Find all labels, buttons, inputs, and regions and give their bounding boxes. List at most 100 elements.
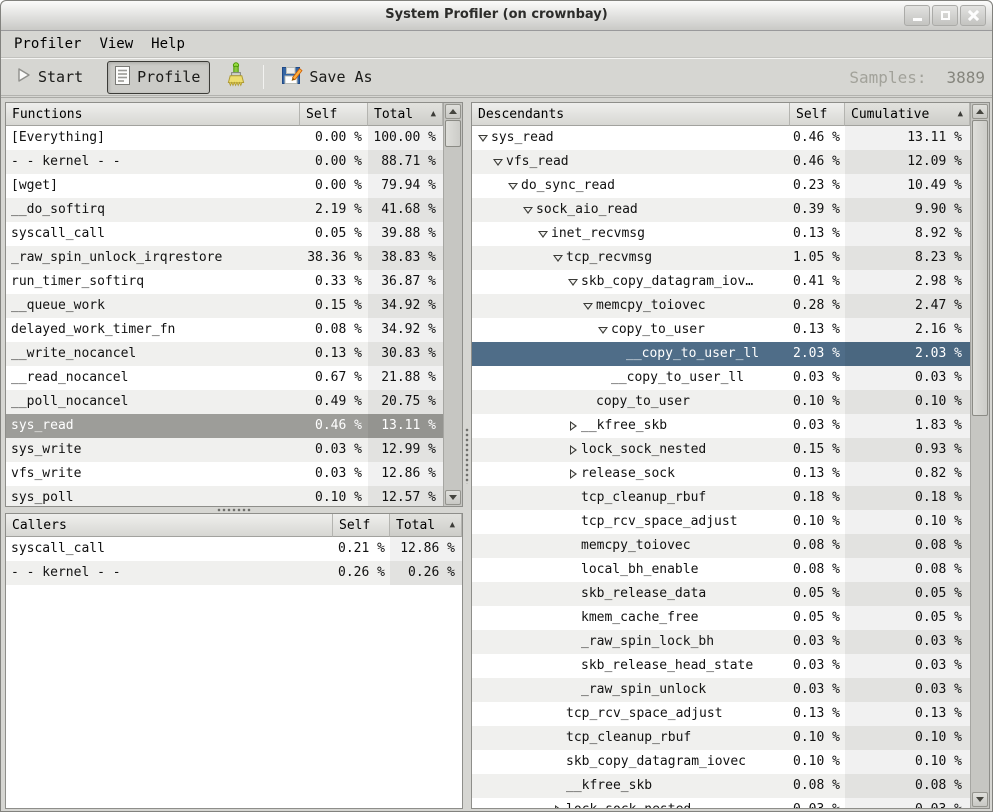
tree-row[interactable]: tcp_rcv_space_adjust0.13 %0.13 % [472, 702, 970, 726]
tree-row[interactable]: tcp_rcv_space_adjust0.10 %0.10 % [472, 510, 970, 534]
close-button[interactable] [960, 5, 986, 26]
tree-row[interactable]: kmem_cache_free0.05 %0.05 % [472, 606, 970, 630]
profile-toggle-button[interactable]: Profile [107, 61, 210, 94]
expander-open-icon[interactable] [507, 179, 521, 193]
tree-row[interactable]: tcp_recvmsg1.05 %8.23 % [472, 246, 970, 270]
self-percent-cell: 0.10 % [790, 390, 845, 414]
tree-row[interactable]: __kfree_skb0.03 %1.83 % [472, 414, 970, 438]
tree-row[interactable]: memcpy_toiovec0.28 %2.47 % [472, 294, 970, 318]
descendants-column-header[interactable]: Descendants [472, 103, 790, 126]
tree-row[interactable]: _raw_spin_unlock0.03 %0.03 % [472, 678, 970, 702]
tree-row[interactable]: release_sock0.13 %0.82 % [472, 462, 970, 486]
table-row[interactable]: __poll_nocancel0.49 %20.75 % [6, 390, 443, 414]
menu-help[interactable]: Help [150, 34, 186, 54]
callers-table-body: syscall_call0.21 %12.86 %- - kernel - -0… [6, 537, 462, 808]
scroll-down-button[interactable] [972, 792, 988, 807]
table-row[interactable]: syscall_call0.05 %39.88 % [6, 222, 443, 246]
tree-row[interactable]: lock_sock_nested0.03 %0.03 % [472, 798, 970, 808]
tree-row[interactable]: __copy_to_user_ll0.03 %0.03 % [472, 366, 970, 390]
callers-column-header[interactable]: Callers [6, 514, 333, 537]
expander-open-icon[interactable] [522, 203, 536, 217]
titlebar[interactable]: System Profiler (on crownbay) [1, 1, 992, 31]
function-name-cell: _raw_spin_lock_bh [472, 630, 790, 654]
maximize-button[interactable] [932, 5, 958, 26]
table-row[interactable]: - - kernel - -0.26 %0.26 % [6, 561, 462, 585]
reset-brush-button[interactable] [218, 58, 253, 96]
tree-row[interactable]: skb_release_head_state0.03 %0.03 % [472, 654, 970, 678]
expander-open-icon[interactable] [597, 323, 611, 337]
menu-view[interactable]: View [98, 34, 134, 54]
functions-scrollbar[interactable] [443, 103, 462, 506]
expander-open-icon[interactable] [552, 251, 566, 265]
table-row[interactable]: __do_softirq2.19 %41.68 % [6, 198, 443, 222]
tree-row[interactable]: tcp_cleanup_rbuf0.10 %0.10 % [472, 726, 970, 750]
tree-row[interactable]: lock_sock_nested0.15 %0.93 % [472, 438, 970, 462]
table-row[interactable]: sys_write0.03 %12.99 % [6, 438, 443, 462]
expander-closed-icon[interactable] [567, 443, 581, 457]
tree-row[interactable]: vfs_read0.46 %12.09 % [472, 150, 970, 174]
tree-row[interactable]: __copy_to_user_ll2.03 %2.03 % [472, 342, 970, 366]
scroll-thumb[interactable] [445, 120, 461, 147]
table-row[interactable]: _raw_spin_unlock_irqrestore38.36 %38.83 … [6, 246, 443, 270]
pane-splitter-vertical[interactable] [463, 102, 471, 809]
tree-row[interactable]: sys_read0.46 %13.11 % [472, 126, 970, 150]
table-row[interactable]: __read_nocancel0.67 %21.88 % [6, 366, 443, 390]
tree-row[interactable]: _raw_spin_lock_bh0.03 %0.03 % [472, 630, 970, 654]
table-row[interactable]: delayed_work_timer_fn0.08 %34.92 % [6, 318, 443, 342]
descendants-scrollbar[interactable] [970, 103, 989, 808]
table-row[interactable]: run_timer_softirq0.33 %36.87 % [6, 270, 443, 294]
cumulative-column-header[interactable]: Cumulative▲ [845, 103, 970, 126]
tree-row[interactable]: skb_copy_datagram_iov…0.41 %2.98 % [472, 270, 970, 294]
total-column-header[interactable]: Total▲ [390, 514, 462, 537]
table-row[interactable]: [Everything]0.00 %100.00 % [6, 126, 443, 150]
table-row[interactable]: __queue_work0.15 %34.92 % [6, 294, 443, 318]
scroll-down-button[interactable] [445, 490, 461, 505]
function-name-cell: __do_softirq [6, 198, 300, 222]
function-name-cell: copy_to_user [472, 390, 790, 414]
table-row[interactable]: - - kernel - -0.00 %88.71 % [6, 150, 443, 174]
expander-open-icon[interactable] [537, 227, 551, 241]
menu-profiler[interactable]: Profiler [13, 34, 82, 54]
expander-open-icon[interactable] [567, 275, 581, 289]
expander-open-icon[interactable] [492, 155, 506, 169]
tree-row[interactable]: copy_to_user0.10 %0.10 % [472, 390, 970, 414]
scroll-up-button[interactable] [972, 104, 988, 119]
tree-row[interactable]: memcpy_toiovec0.08 %0.08 % [472, 534, 970, 558]
expander-open-icon[interactable] [477, 131, 491, 145]
table-row[interactable]: syscall_call0.21 %12.86 % [6, 537, 462, 561]
expander-open-icon[interactable] [582, 299, 596, 313]
self-percent-cell: 0.39 % [790, 198, 845, 222]
tree-row[interactable]: do_sync_read0.23 %10.49 % [472, 174, 970, 198]
sort-asc-icon: ▲ [425, 109, 436, 119]
start-button[interactable]: Start [9, 63, 93, 91]
self-percent-cell: 0.13 % [300, 342, 368, 366]
expander-closed-icon[interactable] [552, 803, 566, 808]
table-row[interactable]: sys_read0.46 %13.11 % [6, 414, 443, 438]
self-percent-cell: 0.00 % [300, 126, 368, 150]
self-column-header[interactable]: Self [790, 103, 845, 126]
table-row[interactable]: [wget]0.00 %79.94 % [6, 174, 443, 198]
tree-row[interactable]: local_bh_enable0.08 %0.08 % [472, 558, 970, 582]
expander-closed-icon[interactable] [567, 419, 581, 433]
tree-row[interactable]: skb_copy_datagram_iovec0.10 %0.10 % [472, 750, 970, 774]
tree-row[interactable]: skb_release_data0.05 %0.05 % [472, 582, 970, 606]
scroll-thumb[interactable] [972, 120, 988, 416]
table-row[interactable]: vfs_write0.03 %12.86 % [6, 462, 443, 486]
minimize-button[interactable] [904, 5, 930, 26]
tree-row[interactable]: copy_to_user0.13 %2.16 % [472, 318, 970, 342]
save-as-button[interactable]: Save As [274, 60, 382, 94]
tree-row[interactable]: tcp_cleanup_rbuf0.18 %0.18 % [472, 486, 970, 510]
scroll-up-button[interactable] [445, 104, 461, 119]
tree-row[interactable]: sock_aio_read0.39 %9.90 % [472, 198, 970, 222]
self-column-header[interactable]: Self [300, 103, 368, 126]
tree-row[interactable]: __kfree_skb0.08 %0.08 % [472, 774, 970, 798]
self-percent-cell: 0.05 % [790, 606, 845, 630]
self-percent-cell: 0.08 % [790, 558, 845, 582]
tree-row[interactable]: inet_recvmsg0.13 %8.92 % [472, 222, 970, 246]
expander-closed-icon[interactable] [567, 467, 581, 481]
self-column-header[interactable]: Self [333, 514, 390, 537]
functions-column-header[interactable]: Functions [6, 103, 300, 126]
total-column-header[interactable]: Total▲ [368, 103, 443, 126]
table-row[interactable]: sys_poll0.10 %12.57 % [6, 486, 443, 506]
table-row[interactable]: __write_nocancel0.13 %30.83 % [6, 342, 443, 366]
